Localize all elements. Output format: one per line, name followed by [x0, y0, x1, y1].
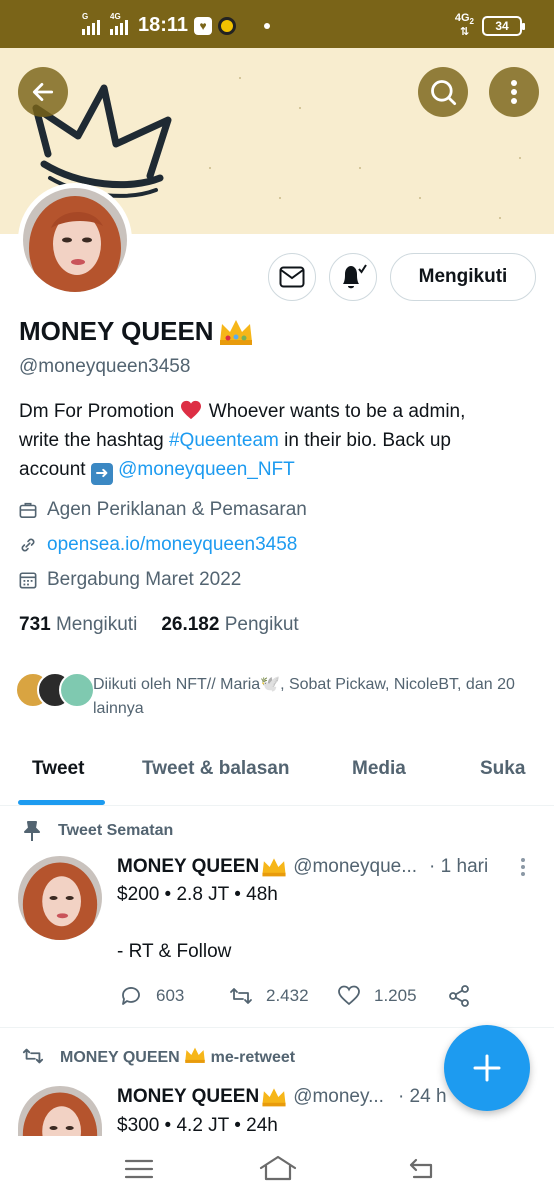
hashtag-link[interactable]: #Queenteam: [169, 430, 279, 451]
link-icon: [21, 538, 35, 552]
envelope-icon: [279, 266, 305, 288]
profile-bio: Dm For Promotion Whoever wants to be a a…: [19, 397, 519, 485]
menu-icon[interactable]: [124, 1158, 154, 1180]
profile-tabs: Tweet Tweet & balasan Media Suka: [0, 738, 554, 806]
profile-name: MONEY QUEEN: [19, 316, 254, 347]
crown-emoji-icon: [185, 1047, 205, 1063]
tweet-author-name[interactable]: MONEY QUEEN: [117, 1086, 287, 1108]
following-button[interactable]: Mengikuti: [390, 253, 536, 301]
tweet-avatar[interactable]: [18, 856, 102, 940]
mention-link[interactable]: @moneyqueen_NFT: [118, 459, 295, 480]
calendar-icon: [19, 572, 37, 589]
crown-emoji-icon: [262, 1088, 286, 1107]
profile-category: Agen Periklanan & Pemasaran: [19, 499, 307, 521]
notification-app-icon-2: [218, 16, 237, 35]
tab-likes[interactable]: Suka: [480, 758, 525, 780]
briefcase-icon: [19, 502, 37, 519]
share-icon: [449, 985, 469, 1007]
system-nav-bar: [0, 1136, 554, 1200]
compose-tweet-button[interactable]: [444, 1025, 530, 1111]
tweet-text-line: $300 • 4.2 JT • 24h: [117, 1115, 278, 1136]
search-icon: [431, 80, 457, 106]
tab-tweet-replies[interactable]: Tweet & balasan: [142, 758, 289, 780]
tweet-author-name[interactable]: MONEY QUEEN: [117, 856, 287, 878]
retweet-icon: [22, 1048, 44, 1064]
status-bar: G 4G 18:11 ♥ 4G2 ⇅ 34: [0, 0, 554, 48]
tweet-text-line: $200 • 2.8 JT • 48h: [117, 884, 278, 905]
tab-media[interactable]: Media: [352, 758, 406, 780]
crown-emoji-icon: [219, 319, 252, 345]
network-indicator: 4G2 ⇅: [454, 12, 474, 39]
tweet-header: MONEY QUEEN @moneyque... · 1 hari: [117, 856, 488, 878]
tweet-avatar[interactable]: [18, 1086, 102, 1136]
following-count-link[interactable]: 731 Mengikuti: [19, 614, 137, 636]
tweet-header: MONEY QUEEN @money... · 24 h: [117, 1086, 447, 1108]
profile-handle: @moneyqueen3458: [19, 356, 191, 377]
reply-button[interactable]: 603: [118, 984, 184, 1008]
follow-counts: 731 Mengikuti 26.182 Pengikut: [19, 614, 299, 636]
tweet-actions: 603 2.432 1.205: [118, 984, 478, 1010]
plus-icon: [473, 1054, 501, 1082]
tweet-author-handle: @moneyque...: [293, 856, 418, 877]
back-button[interactable]: [18, 67, 68, 117]
clock: 18:11: [138, 14, 189, 36]
followed-by-text[interactable]: Diikuti oleh NFT// Maria🕊️, Sobat Pickaw…: [93, 673, 543, 721]
battery-icon: 34: [482, 15, 525, 36]
home-icon[interactable]: [258, 1154, 298, 1182]
follower-avatar: [59, 672, 95, 708]
more-vertical-icon: [511, 80, 517, 104]
tweet-time: · 24 h: [397, 1086, 447, 1107]
back-nav-icon[interactable]: [406, 1156, 438, 1180]
profile-joined: Bergabung Maret 2022: [19, 569, 241, 591]
tweet-more-icon[interactable]: [520, 858, 526, 876]
bell-check-icon: [343, 264, 367, 289]
profile-avatar[interactable]: [18, 183, 132, 297]
heart-icon: [338, 985, 360, 1006]
arrow-left-icon: [32, 83, 54, 101]
notifications-button[interactable]: [329, 253, 377, 301]
like-button[interactable]: 1.205: [336, 984, 417, 1008]
tweet-text-line: - RT & Follow: [117, 941, 232, 962]
signal-icon: G: [82, 12, 100, 35]
retweet-button[interactable]: 2.432: [228, 984, 309, 1008]
profile-website[interactable]: opensea.io/moneyqueen3458: [19, 534, 297, 556]
retweeted-label: MONEY QUEEN me-retweet: [20, 1045, 295, 1067]
crown-emoji-icon: [262, 858, 286, 877]
tweet-author-handle: @money...: [293, 1086, 384, 1107]
pin-icon: [24, 821, 40, 841]
red-heart-icon: [181, 400, 202, 420]
tab-tweet[interactable]: Tweet: [32, 758, 84, 780]
followed-by-avatars[interactable]: [15, 672, 95, 708]
notification-app-icon: ♥: [194, 16, 213, 35]
followers-count-link[interactable]: 26.182 Pengikut: [161, 614, 298, 636]
tweet-time: · 1 hari: [429, 856, 489, 877]
right-arrow-icon: ➜: [90, 463, 113, 485]
retweet-icon: [230, 988, 252, 1004]
search-button[interactable]: [418, 67, 468, 117]
more-notifications-dot: [264, 22, 271, 29]
avatar-portrait: [18, 1086, 102, 1136]
share-button[interactable]: [446, 984, 472, 1008]
active-tab-indicator: [18, 800, 105, 805]
pinned-label: Tweet Sematan: [22, 820, 173, 842]
more-options-button[interactable]: [489, 67, 539, 117]
avatar-portrait: [23, 188, 127, 292]
message-button[interactable]: [268, 253, 316, 301]
signal-icon-2: 4G: [110, 12, 128, 35]
reply-icon: [122, 987, 140, 1005]
avatar-portrait: [18, 856, 102, 940]
